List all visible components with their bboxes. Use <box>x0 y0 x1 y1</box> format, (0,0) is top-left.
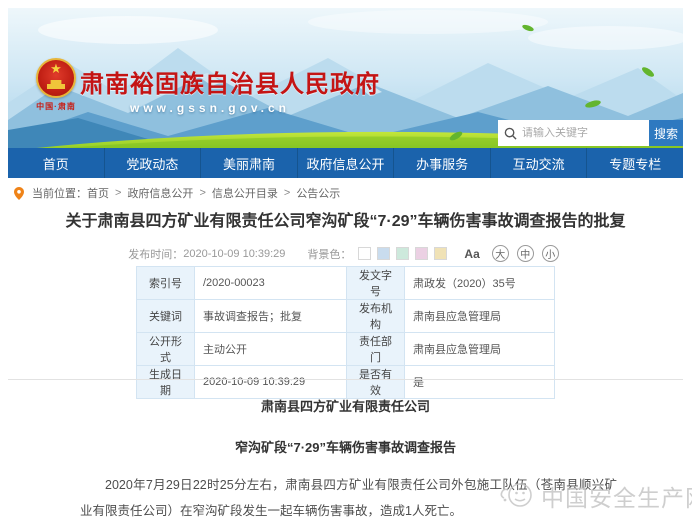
validity-value: 是 <box>405 366 555 399</box>
font-size-small-button[interactable]: 小 <box>542 245 559 262</box>
table-row: 索引号 /2020-00023 发文字号 肃政发（2020）35号 <box>137 267 555 300</box>
generation-date-label: 生成日期 <box>137 366 195 399</box>
search-input[interactable] <box>522 127 643 139</box>
main-nav: 首页 党政动态 美丽肃南 政府信息公开 办事服务 互动交流 专题专栏 <box>8 148 683 178</box>
breadcrumb: 当前位置： 首页 > 政府信息公开 > 信息公开目录 > 公告公示 <box>8 184 683 202</box>
nav-item-party-gov-news[interactable]: 党政动态 <box>105 148 202 178</box>
national-emblem-icon: ★ <box>36 58 76 98</box>
issuing-agency-value: 肃南县应急管理局 <box>405 300 555 333</box>
validity-label: 是否有效 <box>347 366 405 399</box>
font-size-medium-button[interactable]: 中 <box>517 245 534 262</box>
font-size-reset-button[interactable]: Aa <box>464 247 479 261</box>
breadcrumb-gov-info[interactable]: 政府信息公开 <box>127 185 193 201</box>
bg-color-swatch-yellow[interactable] <box>434 247 447 260</box>
search-button[interactable]: 搜索 <box>649 120 683 146</box>
nav-item-services[interactable]: 办事服务 <box>394 148 491 178</box>
section-divider <box>8 379 683 380</box>
nav-item-home[interactable]: 首页 <box>8 148 105 178</box>
nav-item-gov-info-disclosure[interactable]: 政府信息公开 <box>298 148 395 178</box>
index-number-label: 索引号 <box>137 267 195 300</box>
government-logo[interactable]: ★ 中国·肃南 <box>30 58 82 112</box>
keywords-label: 关键词 <box>137 300 195 333</box>
responsible-dept-label: 责任部门 <box>347 333 405 366</box>
nav-item-beautiful-sunan[interactable]: 美丽肃南 <box>201 148 298 178</box>
site-url: www.gssn.gov.cn <box>130 101 290 115</box>
breadcrumb-announcements[interactable]: 公告公示 <box>296 185 340 201</box>
search-bar: 搜索 <box>498 120 683 146</box>
article-title: 关于肃南县四方矿业有限责任公司窄沟矿段“7·29”车辆伤害事故调查报告的批复 <box>8 207 683 231</box>
generation-date-value: 2020-10-09 10:39:29 <box>195 366 347 399</box>
bg-color-swatch-pink[interactable] <box>415 247 428 260</box>
page: ★ 中国·肃南 肃南裕固族自治县人民政府 www.gssn.gov.cn 搜索 … <box>0 0 692 521</box>
bg-color-swatch-green[interactable] <box>396 247 409 260</box>
bg-color-label: 背景色： <box>307 246 351 262</box>
bg-color-swatch-blue[interactable] <box>377 247 390 260</box>
publish-time: 2020-10-09 10:39:29 <box>183 248 285 260</box>
doc-number-label: 发文字号 <box>347 267 405 300</box>
article-heading-company: 肃南县四方矿业有限责任公司 <box>8 396 683 415</box>
table-row: 生成日期 2020-10-09 10:39:29 是否有效 是 <box>137 366 555 399</box>
responsible-dept-value: 肃南县应急管理局 <box>405 333 555 366</box>
site-header-banner: ★ 中国·肃南 肃南裕固族自治县人民政府 www.gssn.gov.cn 搜索 <box>8 8 683 148</box>
article-paragraph: 2020年7月29日22时25分左右，肃南县四方矿业有限责任公司外包施工队伍（苍… <box>8 472 683 521</box>
breadcrumb-info-catalog[interactable]: 信息公开目录 <box>212 185 278 201</box>
nav-item-special-columns[interactable]: 专题专栏 <box>587 148 683 178</box>
table-row: 公开形式 主动公开 责任部门 肃南县应急管理局 <box>137 333 555 366</box>
article-heading-report: 窄沟矿段“7·29”车辆伤害事故调查报告 <box>8 437 683 456</box>
site-title: 肃南裕固族自治县人民政府 <box>80 64 380 99</box>
breadcrumb-prefix: 当前位置： <box>32 185 87 201</box>
search-input-wrap <box>498 120 649 146</box>
article-meta-row: 发布时间： 2020-10-09 10:39:29 背景色： Aa 大 中 小 <box>8 245 683 262</box>
font-size-large-button[interactable]: 大 <box>492 245 509 262</box>
issuing-agency-label: 发布机构 <box>347 300 405 333</box>
breadcrumb-home[interactable]: 首页 <box>87 185 109 201</box>
doc-number-value: 肃政发（2020）35号 <box>405 267 555 300</box>
disclosure-form-label: 公开形式 <box>137 333 195 366</box>
keywords-value: 事故调查报告；批复 <box>195 300 347 333</box>
table-row: 关键词 事故调查报告；批复 发布机构 肃南县应急管理局 <box>137 300 555 333</box>
nav-item-interaction[interactable]: 互动交流 <box>491 148 588 178</box>
bg-color-swatch-white[interactable] <box>358 247 371 260</box>
publish-time-label: 发布时间： <box>128 246 183 262</box>
search-icon <box>504 127 517 140</box>
emblem-label: 中国·肃南 <box>30 101 82 112</box>
location-pin-icon <box>14 187 24 200</box>
disclosure-form-value: 主动公开 <box>195 333 347 366</box>
index-number-value: /2020-00023 <box>195 267 347 300</box>
article-body: 肃南县四方矿业有限责任公司 窄沟矿段“7·29”车辆伤害事故调查报告 2020年… <box>8 396 683 521</box>
